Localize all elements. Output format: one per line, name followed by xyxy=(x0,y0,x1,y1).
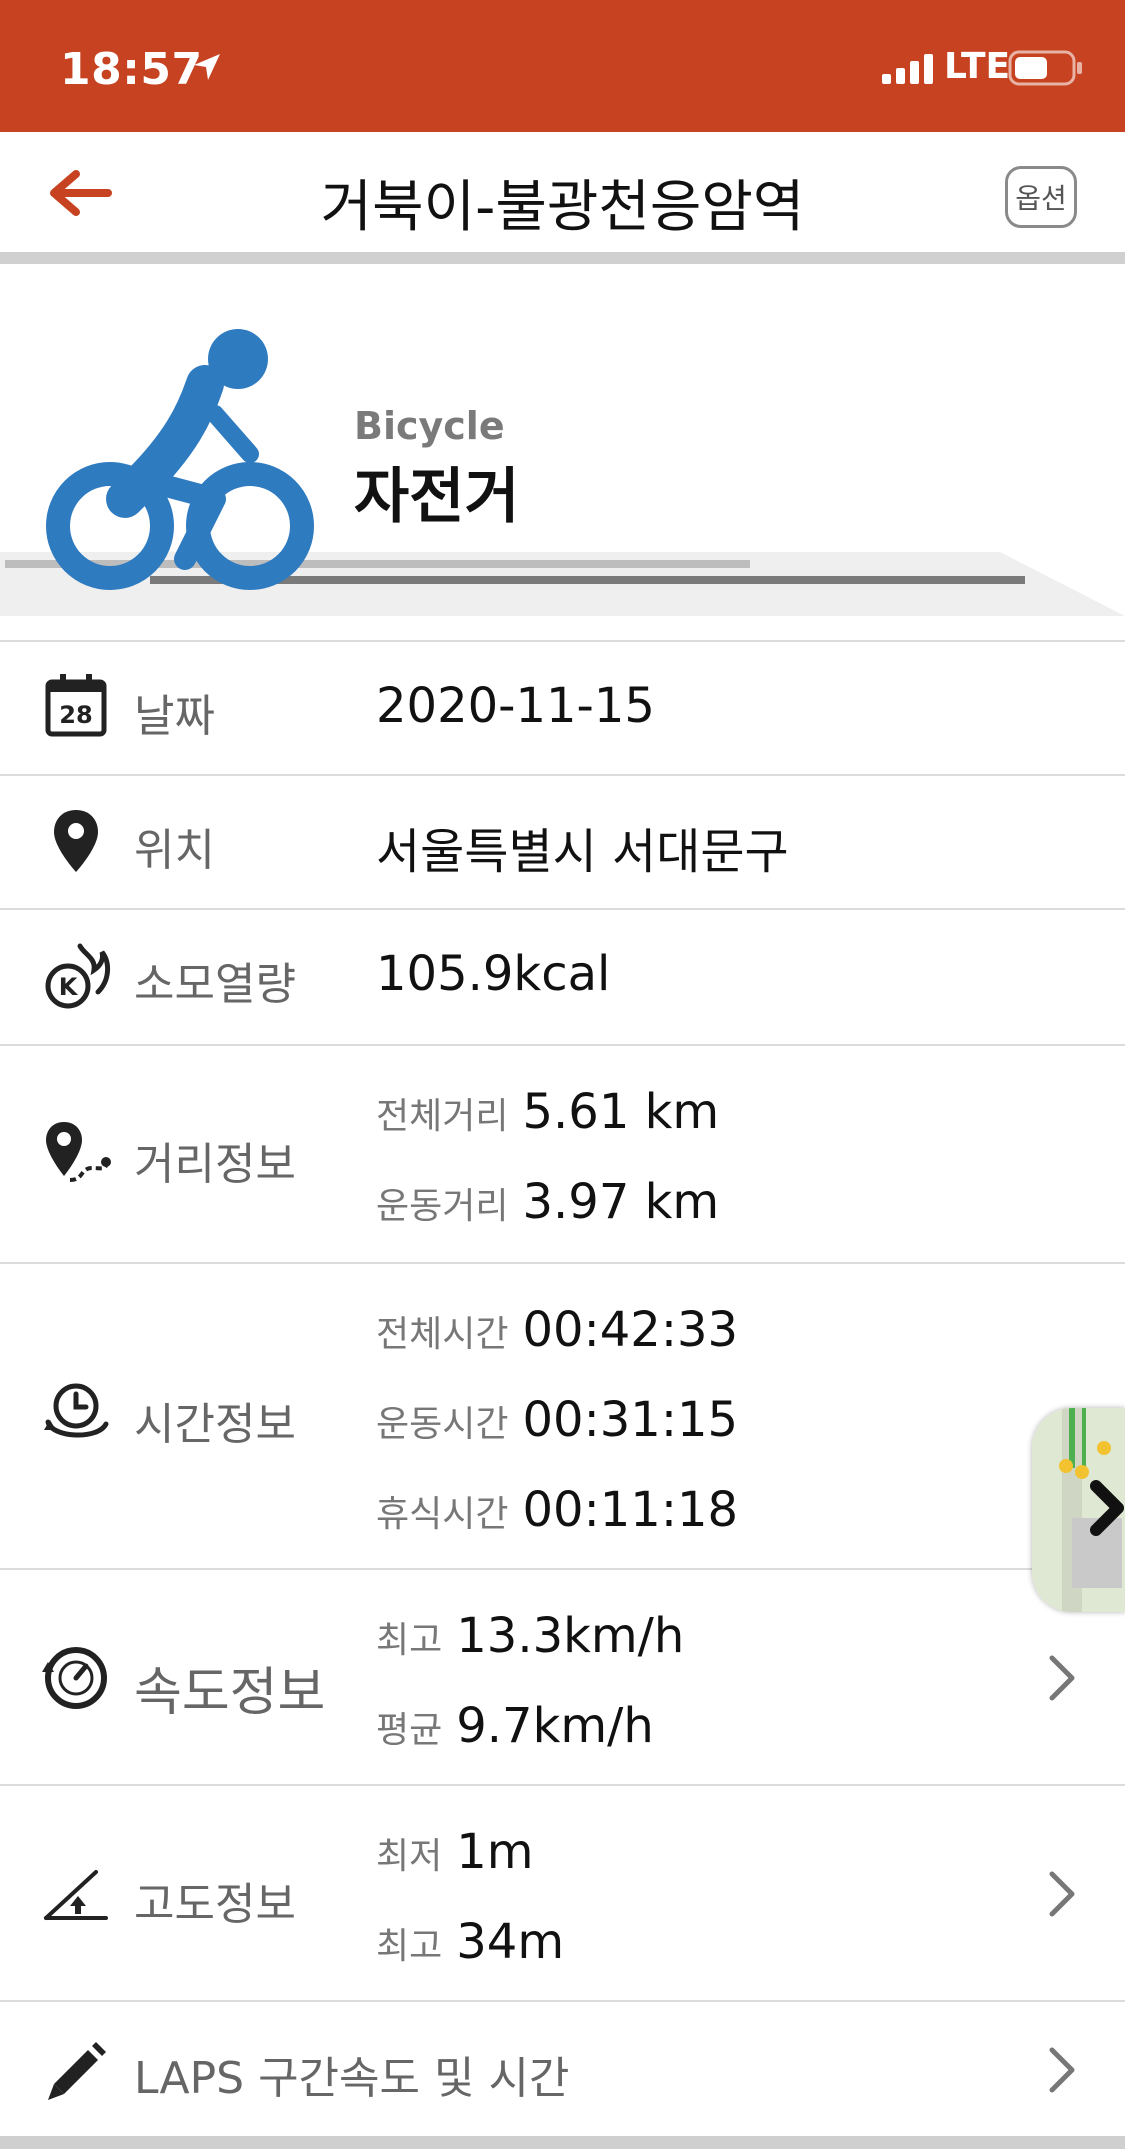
calories-row: K 소모열량 105.9kcal xyxy=(0,908,1125,1044)
calendar-icon: 28 xyxy=(40,670,112,742)
nav-bar: 거북이-불광천응암역 옵션 xyxy=(0,132,1125,252)
header-divider xyxy=(0,252,1125,264)
calorie-icon-text: K xyxy=(59,973,79,1001)
calorie-flame-icon: K xyxy=(40,940,112,1012)
time-exercise: 운동시간 00:31:15 xyxy=(376,1392,738,1448)
distance-exercise-label: 운동거리 xyxy=(376,1186,509,1227)
speed-max: 최고 13.3km/h xyxy=(376,1608,684,1664)
clock-cycle-icon xyxy=(40,1378,112,1450)
speed-max-label: 최고 xyxy=(376,1620,443,1661)
bicycle-icon xyxy=(0,329,1125,616)
calories-value: 105.9kcal xyxy=(376,946,611,1002)
date-value: 2020-11-15 xyxy=(376,678,655,734)
chevron-right-icon[interactable] xyxy=(1044,2044,1080,2096)
altitude-max: 최고 34m xyxy=(376,1914,564,1970)
altitude-max-value: 34m xyxy=(456,1914,565,1970)
altitude-label: 고도정보 xyxy=(134,1879,296,1930)
bottom-divider xyxy=(0,2136,1125,2149)
speed-max-value: 13.3km/h xyxy=(456,1608,685,1664)
altitude-min-value: 1m xyxy=(456,1824,534,1880)
time-exercise-label: 운동시간 xyxy=(376,1404,509,1445)
time-total-value: 00:42:33 xyxy=(522,1302,739,1358)
time-total: 전체시간 00:42:33 xyxy=(376,1302,738,1358)
time-rest: 휴식시간 00:11:18 xyxy=(376,1482,738,1538)
page-title: 거북이-불광천응암역 xyxy=(320,175,805,240)
distance-row: 거리정보 전체거리 5.61 km 운동거리 3.97 km xyxy=(0,1044,1125,1262)
distance-total-value: 5.61 km xyxy=(522,1084,720,1140)
altitude-row[interactable]: 고도정보 최저 1m 최고 34m xyxy=(0,1784,1125,2000)
time-rest-label: 휴식시간 xyxy=(376,1494,509,1535)
distance-total-label: 전체거리 xyxy=(376,1096,509,1137)
activity-name-en: Bicycle xyxy=(354,404,505,448)
chevron-right-icon[interactable] xyxy=(1044,1652,1080,1704)
time-exercise-value: 00:31:15 xyxy=(522,1392,739,1448)
network-type: LTE xyxy=(944,46,1011,87)
calendar-icon-text: 28 xyxy=(59,701,92,729)
signal-bars-icon xyxy=(882,54,934,88)
speed-average-value: 9.7km/h xyxy=(456,1698,654,1754)
altitude-icon xyxy=(40,1858,112,1930)
location-pin-icon xyxy=(40,806,112,878)
map-thumbnail[interactable] xyxy=(1032,1408,1125,1612)
status-bar: 18:57 LTE xyxy=(0,0,1125,132)
laps-row[interactable]: LAPS 구간속도 및 시간 xyxy=(0,2000,1125,2136)
battery-icon xyxy=(1008,50,1084,90)
activity-name-ko: 자전거 xyxy=(354,462,520,532)
altitude-max-label: 최고 xyxy=(376,1926,443,1967)
chevron-right-icon[interactable] xyxy=(1044,1868,1080,1920)
speed-average-label: 평균 xyxy=(376,1710,443,1751)
distance-exercise: 운동거리 3.97 km xyxy=(376,1174,719,1230)
time-total-label: 전체시간 xyxy=(376,1314,509,1355)
distance-exercise-value: 3.97 km xyxy=(522,1174,720,1230)
time-rest-value: 00:11:18 xyxy=(522,1482,739,1538)
location-label: 위치 xyxy=(134,825,215,876)
time-row: 시간정보 전체시간 00:42:33 운동시간 00:31:15 휴식시간 00:11… xyxy=(0,1262,1125,1568)
option-button[interactable]: 옵션 xyxy=(1005,166,1077,228)
altitude-min: 최저 1m xyxy=(376,1824,534,1880)
distance-total: 전체거리 5.61 km xyxy=(376,1084,719,1140)
laps-label: LAPS 구간속도 및 시간 xyxy=(134,2053,570,2104)
speed-average: 평균 9.7km/h xyxy=(376,1698,654,1754)
date-label: 날짜 xyxy=(134,691,215,742)
location-value: 서울특별시 서대문구 xyxy=(376,824,789,880)
route-pin-icon xyxy=(40,1118,112,1190)
location-arrow-icon xyxy=(192,52,222,86)
speed-row[interactable]: 속도정보 최고 13.3km/h 평균 9.7km/h xyxy=(0,1568,1125,1784)
pencil-icon xyxy=(40,2034,112,2106)
date-row: 28 날짜 2020-11-15 xyxy=(0,640,1125,774)
status-time: 18:57 xyxy=(60,44,203,95)
speedometer-icon xyxy=(40,1642,112,1714)
speed-label: 속도정보 xyxy=(134,1663,326,1723)
activity-hero: Bicycle 자전거 xyxy=(0,264,1125,619)
location-row: 위치 서울특별시 서대문구 xyxy=(0,774,1125,908)
altitude-min-label: 최저 xyxy=(376,1836,443,1877)
time-label: 시간정보 xyxy=(134,1399,296,1450)
calories-label: 소모열량 xyxy=(134,959,296,1010)
distance-label: 거리정보 xyxy=(134,1139,296,1190)
